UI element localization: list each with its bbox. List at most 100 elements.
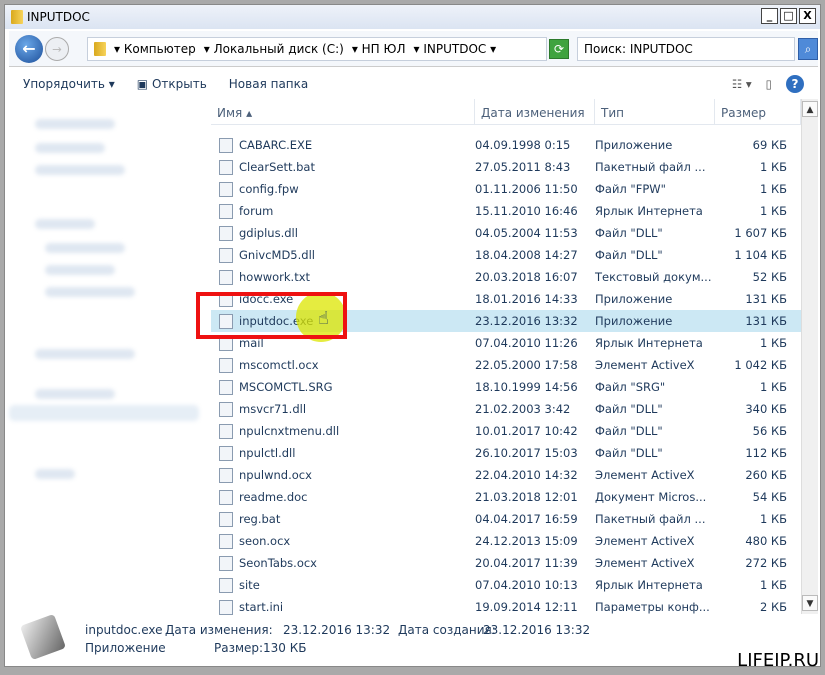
- navigation-pane: [5, 99, 201, 609]
- help-icon[interactable]: ?: [786, 75, 804, 93]
- maximize-button[interactable]: □: [780, 8, 797, 24]
- file-name: GnivcMD5.dll: [239, 248, 315, 262]
- file-date: 23.12.2016 13:32: [475, 314, 578, 328]
- file-row[interactable]: npulctl.dll 26.10.2017 15:03 Файл "DLL" …: [211, 442, 801, 464]
- file-type: Файл "FPW": [595, 182, 666, 196]
- file-type: Файл "DLL": [595, 446, 663, 460]
- file-row[interactable]: mail 07.04.2010 11:26 Ярлык Интернета 1 …: [211, 332, 801, 354]
- file-date: 24.12.2013 15:09: [475, 534, 578, 548]
- column-date[interactable]: Дата изменения: [475, 99, 595, 124]
- close-button[interactable]: X: [799, 8, 816, 24]
- organize-button[interactable]: Упорядочить ▾: [23, 77, 115, 91]
- file-row[interactable]: SeonTabs.ocx 20.04.2017 11:39 Элемент Ac…: [211, 552, 801, 574]
- file-name-cell: MSCOMCTL.SRG: [211, 379, 475, 395]
- file-date: 21.02.2003 3:42: [475, 402, 571, 416]
- file-row[interactable]: GnivcMD5.dll 18.04.2008 14:27 Файл "DLL"…: [211, 244, 801, 266]
- file-icon: [219, 247, 233, 263]
- file-size: 56 КБ: [752, 424, 787, 438]
- vertical-scrollbar[interactable]: ▲ ▼: [801, 99, 818, 614]
- file-size: 1 КБ: [759, 204, 787, 218]
- file-icon: [219, 181, 233, 197]
- forward-button[interactable]: →: [45, 37, 69, 61]
- breadcrumb-disk[interactable]: ▾ Локальный диск (C:): [204, 42, 344, 56]
- details-modified: 23.12.2016 13:32: [283, 623, 391, 637]
- column-name[interactable]: Имя ▴: [211, 99, 475, 124]
- column-type[interactable]: Тип: [595, 99, 715, 124]
- new-folder-button[interactable]: Новая папка: [229, 77, 308, 91]
- file-date: 18.01.2016 14:33: [475, 292, 578, 306]
- hand-cursor-icon: ☝: [318, 308, 329, 329]
- address-bar[interactable]: ▾ Компьютер ▾ Локальный диск (C:) ▾ НП Ю…: [87, 37, 547, 61]
- file-name: reg.bat: [239, 512, 281, 526]
- file-icon: [219, 445, 233, 461]
- watermark: LIFEIP.RU: [737, 650, 819, 671]
- file-icon: [219, 137, 233, 153]
- file-icon: [219, 335, 233, 351]
- search-input[interactable]: Поиск: INPUTDOC: [577, 37, 795, 61]
- file-name: MSCOMCTL.SRG: [239, 380, 333, 394]
- search-icon[interactable]: ⌕: [798, 38, 818, 60]
- back-button[interactable]: ←: [15, 35, 43, 63]
- file-row[interactable]: MSCOMCTL.SRG 18.10.1999 14:56 Файл "SRG"…: [211, 376, 801, 398]
- file-icon: [219, 599, 233, 615]
- file-type: Пакетный файл ...: [595, 160, 706, 174]
- file-date: 07.04.2010 11:26: [475, 336, 578, 350]
- open-button[interactable]: ▣ Открыть: [137, 77, 207, 91]
- file-name: mscomctl.ocx: [239, 358, 319, 372]
- scroll-down-button[interactable]: ▼: [802, 595, 818, 611]
- breadcrumb-np[interactable]: ▾ НП ЮЛ: [352, 42, 406, 56]
- file-row[interactable]: msvcr71.dll 21.02.2003 3:42 Файл "DLL" 3…: [211, 398, 801, 420]
- file-date: 04.04.2017 16:59: [475, 512, 578, 526]
- file-icon: [219, 225, 233, 241]
- file-row[interactable]: CABARC.EXE 04.09.1998 0:15 Приложение 69…: [211, 134, 801, 156]
- minimize-button[interactable]: _: [761, 8, 778, 24]
- file-type: Параметры конф...: [595, 600, 710, 614]
- details-pane: inputdoc.exe Дата изменения: 23.12.2016 …: [5, 613, 820, 665]
- file-row[interactable]: npulwnd.ocx 22.04.2010 14:32 Элемент Act…: [211, 464, 801, 486]
- file-type: Файл "DLL": [595, 248, 663, 262]
- file-name: seon.ocx: [239, 534, 291, 548]
- file-type: Элемент ActiveX: [595, 468, 695, 482]
- file-row[interactable]: site 07.04.2010 10:13 Ярлык Интернета 1 …: [211, 574, 801, 596]
- file-type: Файл "DLL": [595, 424, 663, 438]
- view-options-icon[interactable]: ☷ ▾: [732, 77, 752, 91]
- breadcrumb-computer[interactable]: ▾ Компьютер: [114, 42, 196, 56]
- file-row[interactable]: gdiplus.dll 04.05.2004 11:53 Файл "DLL" …: [211, 222, 801, 244]
- details-created-label: Дата создания:: [398, 623, 496, 637]
- file-size: 1 104 КБ: [734, 248, 787, 262]
- file-row[interactable]: reg.bat 04.04.2017 16:59 Пакетный файл .…: [211, 508, 801, 530]
- preview-pane-icon[interactable]: ▯: [766, 77, 772, 91]
- file-row[interactable]: npulcnxtmenu.dll 10.01.2017 10:42 Файл "…: [211, 420, 801, 442]
- file-row[interactable]: readme.doc 21.03.2018 12:01 Документ Mic…: [211, 486, 801, 508]
- file-row[interactable]: mscomctl.ocx 22.05.2000 17:58 Элемент Ac…: [211, 354, 801, 376]
- file-name-cell: npulwnd.ocx: [211, 467, 475, 483]
- file-name: npulwnd.ocx: [239, 468, 312, 482]
- file-icon: [219, 511, 233, 527]
- file-icon: [219, 577, 233, 593]
- file-size: 131 КБ: [745, 292, 787, 306]
- file-name: gdiplus.dll: [239, 226, 298, 240]
- title-bar: INPUTDOC _ □ X: [5, 5, 820, 29]
- scroll-up-button[interactable]: ▲: [802, 101, 818, 117]
- file-icon: [219, 313, 233, 329]
- column-size[interactable]: Размер: [715, 99, 801, 124]
- file-icon: [219, 269, 233, 285]
- file-row[interactable]: ClearSett.bat 27.05.2011 8:43 Пакетный ф…: [211, 156, 801, 178]
- window-title: INPUTDOC: [27, 10, 90, 24]
- file-row[interactable]: config.fpw 01.11.2006 11:50 Файл "FPW" 1…: [211, 178, 801, 200]
- file-name-cell: GnivcMD5.dll: [211, 247, 475, 263]
- file-icon: [219, 159, 233, 175]
- file-date: 18.04.2008 14:27: [475, 248, 578, 262]
- file-name: SeonTabs.ocx: [239, 556, 317, 570]
- refresh-button[interactable]: ⟳: [549, 39, 569, 59]
- file-name: config.fpw: [239, 182, 299, 196]
- file-row[interactable]: forum 15.11.2010 16:46 Ярлык Интернета 1…: [211, 200, 801, 222]
- file-row[interactable]: seon.ocx 24.12.2013 15:09 Элемент Active…: [211, 530, 801, 552]
- file-name-cell: mail: [211, 335, 475, 351]
- file-type: Пакетный файл ...: [595, 512, 706, 526]
- file-name-cell: reg.bat: [211, 511, 475, 527]
- file-name-cell: npulctl.dll: [211, 445, 475, 461]
- details-filename: inputdoc.exe: [85, 623, 163, 637]
- breadcrumb-inputdoc[interactable]: ▾ INPUTDOC ▾: [414, 42, 497, 56]
- file-row[interactable]: howwork.txt 20.03.2018 16:07 Текстовый д…: [211, 266, 801, 288]
